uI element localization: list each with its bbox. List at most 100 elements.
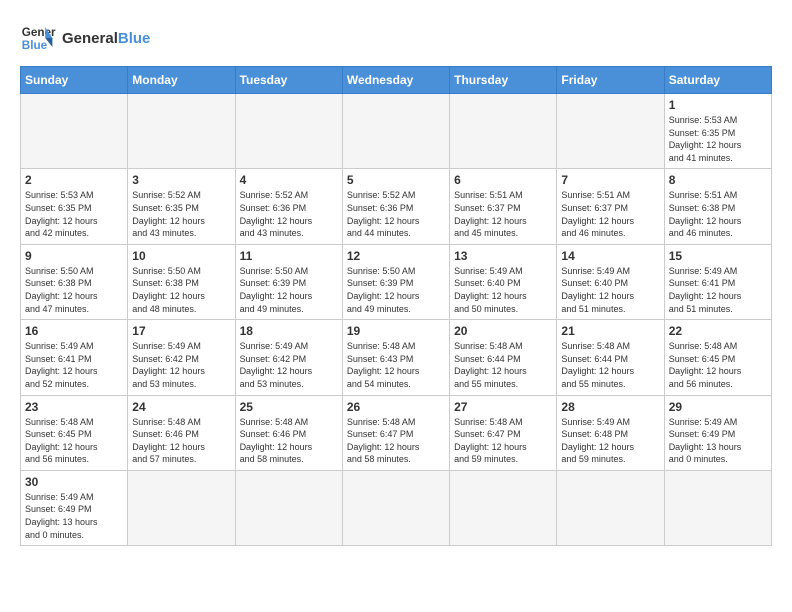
day-info: Sunrise: 5:48 AM Sunset: 6:47 PM Dayligh… <box>347 416 445 466</box>
day-number: 28 <box>561 400 659 414</box>
day-number: 7 <box>561 173 659 187</box>
calendar-day-cell: 10 Sunrise: 5:50 AM Sunset: 6:38 PM Dayli… <box>128 244 235 319</box>
day-info: Sunrise: 5:50 AM Sunset: 6:39 PM Dayligh… <box>240 265 338 315</box>
calendar-week-row: 2 Sunrise: 5:53 AM Sunset: 6:35 PM Daylig… <box>21 169 772 244</box>
calendar-day-cell: 7 Sunrise: 5:51 AM Sunset: 6:37 PM Daylig… <box>557 169 664 244</box>
day-info: Sunrise: 5:49 AM Sunset: 6:42 PM Dayligh… <box>132 340 230 390</box>
calendar-day-cell: 8Sunrise: 5:51 AM Sunset: 6:38 PM Daylig… <box>664 169 771 244</box>
calendar-day-cell <box>235 470 342 545</box>
day-info: Sunrise: 5:50 AM Sunset: 6:38 PM Dayligh… <box>25 265 123 315</box>
calendar-day-cell <box>450 94 557 169</box>
calendar-day-cell: 25 Sunrise: 5:48 AM Sunset: 6:46 PM Dayli… <box>235 395 342 470</box>
day-info: Sunrise: 5:51 AM Sunset: 6:37 PM Dayligh… <box>561 189 659 239</box>
day-number: 14 <box>561 249 659 263</box>
day-info: Sunrise: 5:49 AM Sunset: 6:41 PM Dayligh… <box>25 340 123 390</box>
day-info: Sunrise: 5:49 AM Sunset: 6:40 PM Dayligh… <box>561 265 659 315</box>
page-header: General Blue GeneralBlue <box>20 20 772 56</box>
calendar-day-cell: 17 Sunrise: 5:49 AM Sunset: 6:42 PM Dayli… <box>128 320 235 395</box>
calendar-day-cell <box>557 470 664 545</box>
calendar-day-cell <box>557 94 664 169</box>
calendar-day-cell: 19 Sunrise: 5:48 AM Sunset: 6:43 PM Dayli… <box>342 320 449 395</box>
calendar-day-cell: 4 Sunrise: 5:52 AM Sunset: 6:36 PM Daylig… <box>235 169 342 244</box>
calendar-day-header-wednesday: Wednesday <box>342 67 449 94</box>
calendar-week-row: 30Sunrise: 5:49 AM Sunset: 6:49 PM Dayli… <box>21 470 772 545</box>
day-info: Sunrise: 5:52 AM Sunset: 6:36 PM Dayligh… <box>240 189 338 239</box>
logo: General Blue GeneralBlue <box>20 20 150 56</box>
calendar-day-cell: 29 Sunrise: 5:49 AM Sunset: 6:49 PM Dayli… <box>664 395 771 470</box>
day-info: Sunrise: 5:51 AM Sunset: 6:37 PM Dayligh… <box>454 189 552 239</box>
day-number: 5 <box>347 173 445 187</box>
calendar-day-header-sunday: Sunday <box>21 67 128 94</box>
calendar-day-cell <box>128 94 235 169</box>
calendar-day-cell: 5 Sunrise: 5:52 AM Sunset: 6:36 PM Daylig… <box>342 169 449 244</box>
day-number: 22 <box>669 324 767 338</box>
day-number: 10 <box>132 249 230 263</box>
calendar-week-row: 16 Sunrise: 5:49 AM Sunset: 6:41 PM Dayli… <box>21 320 772 395</box>
calendar-day-cell: 13Sunrise: 5:49 AM Sunset: 6:40 PM Dayli… <box>450 244 557 319</box>
calendar-day-header-monday: Monday <box>128 67 235 94</box>
day-number: 15 <box>669 249 767 263</box>
calendar-day-cell: 9 Sunrise: 5:50 AM Sunset: 6:38 PM Daylig… <box>21 244 128 319</box>
calendar-day-cell: 16 Sunrise: 5:49 AM Sunset: 6:41 PM Dayli… <box>21 320 128 395</box>
day-number: 19 <box>347 324 445 338</box>
day-number: 29 <box>669 400 767 414</box>
calendar-day-cell: 3Sunrise: 5:52 AM Sunset: 6:35 PM Daylig… <box>128 169 235 244</box>
day-number: 11 <box>240 249 338 263</box>
day-info: Sunrise: 5:50 AM Sunset: 6:39 PM Dayligh… <box>347 265 445 315</box>
day-number: 6 <box>454 173 552 187</box>
calendar-day-cell <box>128 470 235 545</box>
calendar-day-cell: 23 Sunrise: 5:48 AM Sunset: 6:45 PM Dayli… <box>21 395 128 470</box>
day-info: Sunrise: 5:52 AM Sunset: 6:36 PM Dayligh… <box>347 189 445 239</box>
day-number: 16 <box>25 324 123 338</box>
calendar-day-cell: 27Sunrise: 5:48 AM Sunset: 6:47 PM Dayli… <box>450 395 557 470</box>
day-info: Sunrise: 5:49 AM Sunset: 6:49 PM Dayligh… <box>669 416 767 466</box>
day-info: Sunrise: 5:49 AM Sunset: 6:48 PM Dayligh… <box>561 416 659 466</box>
calendar-week-row: 23 Sunrise: 5:48 AM Sunset: 6:45 PM Dayli… <box>21 395 772 470</box>
calendar-header-row: SundayMondayTuesdayWednesdayThursdayFrid… <box>21 67 772 94</box>
day-info: Sunrise: 5:53 AM Sunset: 6:35 PM Dayligh… <box>25 189 123 239</box>
day-info: Sunrise: 5:48 AM Sunset: 6:45 PM Dayligh… <box>25 416 123 466</box>
calendar-day-cell: 6 Sunrise: 5:51 AM Sunset: 6:37 PM Daylig… <box>450 169 557 244</box>
calendar-week-row: 9 Sunrise: 5:50 AM Sunset: 6:38 PM Daylig… <box>21 244 772 319</box>
calendar-day-header-thursday: Thursday <box>450 67 557 94</box>
day-number: 24 <box>132 400 230 414</box>
day-number: 1 <box>669 98 767 112</box>
calendar-day-cell: 20Sunrise: 5:48 AM Sunset: 6:44 PM Dayli… <box>450 320 557 395</box>
day-number: 17 <box>132 324 230 338</box>
calendar-week-row: 1 Sunrise: 5:53 AM Sunset: 6:35 PM Daylig… <box>21 94 772 169</box>
calendar-day-cell <box>664 470 771 545</box>
day-number: 20 <box>454 324 552 338</box>
day-info: Sunrise: 5:50 AM Sunset: 6:38 PM Dayligh… <box>132 265 230 315</box>
calendar-day-cell: 21Sunrise: 5:48 AM Sunset: 6:44 PM Dayli… <box>557 320 664 395</box>
calendar-day-cell: 14 Sunrise: 5:49 AM Sunset: 6:40 PM Dayli… <box>557 244 664 319</box>
calendar-day-header-tuesday: Tuesday <box>235 67 342 94</box>
day-number: 21 <box>561 324 659 338</box>
day-info: Sunrise: 5:48 AM Sunset: 6:43 PM Dayligh… <box>347 340 445 390</box>
calendar-day-cell: 28 Sunrise: 5:49 AM Sunset: 6:48 PM Dayli… <box>557 395 664 470</box>
day-number: 9 <box>25 249 123 263</box>
day-number: 8 <box>669 173 767 187</box>
calendar-day-cell <box>342 470 449 545</box>
day-number: 12 <box>347 249 445 263</box>
calendar-day-cell: 12 Sunrise: 5:50 AM Sunset: 6:39 PM Dayli… <box>342 244 449 319</box>
day-number: 26 <box>347 400 445 414</box>
calendar-day-cell <box>235 94 342 169</box>
calendar-day-cell: 15Sunrise: 5:49 AM Sunset: 6:41 PM Dayli… <box>664 244 771 319</box>
day-info: Sunrise: 5:49 AM Sunset: 6:42 PM Dayligh… <box>240 340 338 390</box>
logo-general-text: GeneralBlue <box>62 30 150 47</box>
day-number: 23 <box>25 400 123 414</box>
day-number: 30 <box>25 475 123 489</box>
calendar-day-cell: 26 Sunrise: 5:48 AM Sunset: 6:47 PM Dayli… <box>342 395 449 470</box>
calendar-day-cell: 1 Sunrise: 5:53 AM Sunset: 6:35 PM Daylig… <box>664 94 771 169</box>
day-number: 27 <box>454 400 552 414</box>
calendar-day-cell <box>342 94 449 169</box>
day-number: 4 <box>240 173 338 187</box>
day-number: 2 <box>25 173 123 187</box>
calendar-day-header-saturday: Saturday <box>664 67 771 94</box>
day-number: 25 <box>240 400 338 414</box>
day-info: Sunrise: 5:48 AM Sunset: 6:45 PM Dayligh… <box>669 340 767 390</box>
day-info: Sunrise: 5:48 AM Sunset: 6:46 PM Dayligh… <box>240 416 338 466</box>
day-info: Sunrise: 5:53 AM Sunset: 6:35 PM Dayligh… <box>669 114 767 164</box>
day-number: 13 <box>454 249 552 263</box>
calendar-day-cell: 30Sunrise: 5:49 AM Sunset: 6:49 PM Dayli… <box>21 470 128 545</box>
